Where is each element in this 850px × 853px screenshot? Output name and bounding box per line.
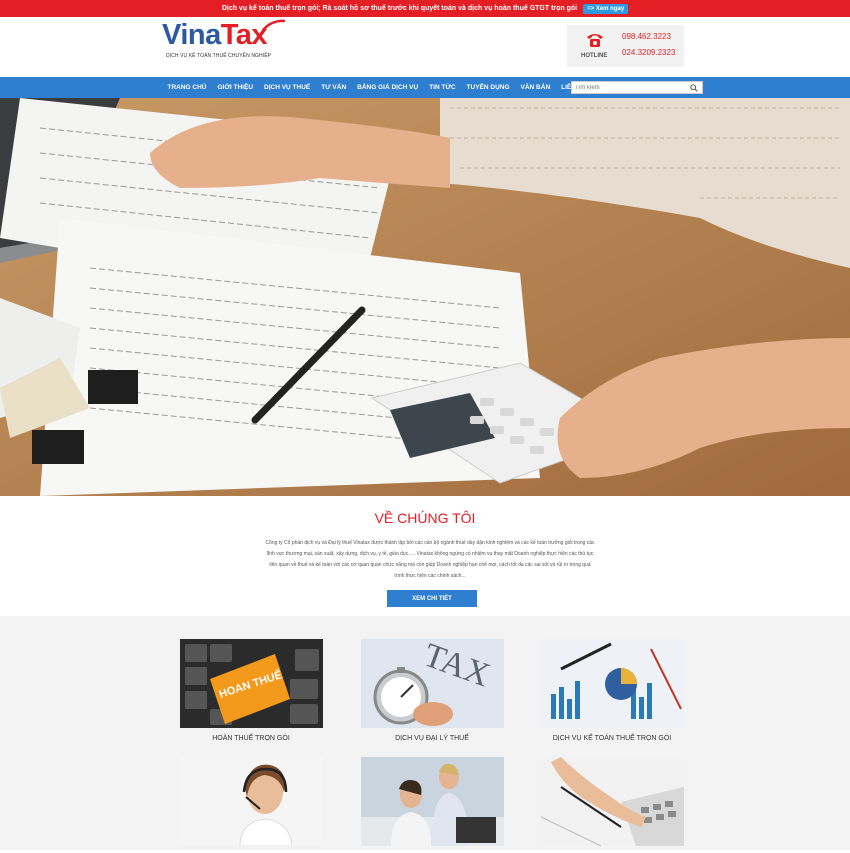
service-card-tax-refund[interactable]: HOAN THUẾ HOÀN THUẾ TRỌN GÓI: [180, 639, 323, 742]
nav-item-consulting[interactable]: TƯ VẤN: [316, 84, 352, 91]
nav-item-documents[interactable]: VĂN BẢN: [515, 84, 556, 91]
service-image-calculator: [541, 757, 684, 846]
view-detail-button[interactable]: XEM CHI TIẾT: [387, 590, 477, 607]
search-icon[interactable]: [690, 84, 698, 92]
nav-item-home[interactable]: TRANG CHỦ: [162, 84, 212, 91]
service-image-office-team: [361, 757, 504, 846]
service-image-charts: [541, 639, 684, 728]
service-caption[interactable]: HOÀN THUẾ TRỌN GÓI: [171, 735, 331, 742]
about-title: VỀ CHÚNG TÔI: [374, 510, 476, 526]
telephone-icon: [587, 34, 603, 47]
service-card-tax-agent[interactable]: TAX DỊCH VỤ ĐẠI LÝ THUẾ: [361, 639, 504, 742]
hotline-box: HOTLINE 098.462.3223 024.3209.2323: [567, 25, 684, 67]
service-card-accounting[interactable]: DỊCH VỤ KẾ TOÁN THUẾ TRỌN GÓI: [541, 639, 684, 742]
nav-item-news[interactable]: TIN TỨC: [424, 84, 461, 91]
service-caption[interactable]: DỊCH VỤ KẾ TOÁN THUẾ TRỌN GÓI: [532, 735, 692, 742]
vinatax-logo[interactable]: VinaTax DỊCH VỤ KẾ TOÁN THUẾ CHUYÊN NGHI…: [162, 19, 287, 60]
hero-illustration: [0, 98, 850, 496]
nav-item-recruitment[interactable]: TUYỂN DỤNG: [461, 84, 515, 91]
hotline-number-1[interactable]: 098.462.3223: [622, 32, 671, 41]
nav-item-pricing[interactable]: BẢNG GIÁ DỊCH VỤ: [352, 84, 424, 91]
hotline-number-2[interactable]: 024.3209.2323: [622, 48, 675, 57]
main-nav: TRANG CHỦ GIỚI THIỆU DỊCH VỤ THUẾ TƯ VẤN…: [0, 77, 850, 98]
search-box: [571, 81, 703, 94]
service-image-stopwatch: TAX: [361, 639, 504, 728]
service-card-consulting[interactable]: [361, 757, 504, 853]
service-image-headset-woman: [180, 757, 323, 846]
promo-view-now-button[interactable]: => Xem ngay: [583, 3, 629, 14]
hero-banner-image: [0, 98, 850, 496]
nav-item-about[interactable]: GIỚI THIỆU: [212, 84, 259, 91]
service-image-keyboard: HOAN THUẾ: [180, 639, 323, 728]
site-header: VinaTax DỊCH VỤ KẾ TOÁN THUẾ CHUYÊN NGHI…: [0, 17, 850, 77]
service-caption[interactable]: DỊCH VỤ ĐẠI LÝ THUẾ: [352, 735, 512, 742]
logo-tagline: DỊCH VỤ KẾ TOÁN THUẾ CHUYÊN NGHIỆP: [166, 53, 272, 59]
about-description: Công ty Cổ phần dịch vụ và Đại lý thuế V…: [265, 540, 595, 579]
hotline-label: HOTLINE: [581, 53, 608, 59]
search-input[interactable]: [575, 83, 685, 93]
service-card-support[interactable]: [180, 757, 323, 853]
promo-text: Dịch vụ kế toán thuế trọn gói; Rà soát h…: [221, 5, 578, 12]
service-card-calculation[interactable]: [541, 757, 684, 853]
logo-swoosh-icon: [262, 19, 286, 31]
nav-item-tax-services[interactable]: DỊCH VỤ THUẾ: [259, 84, 316, 91]
services-section: HOAN THUẾ HOÀN THUẾ TRỌN GÓI TAX DỊCH VỤ…: [0, 616, 850, 850]
promo-bar: Dịch vụ kế toán thuế trọn gói; Rà soát h…: [0, 0, 850, 17]
